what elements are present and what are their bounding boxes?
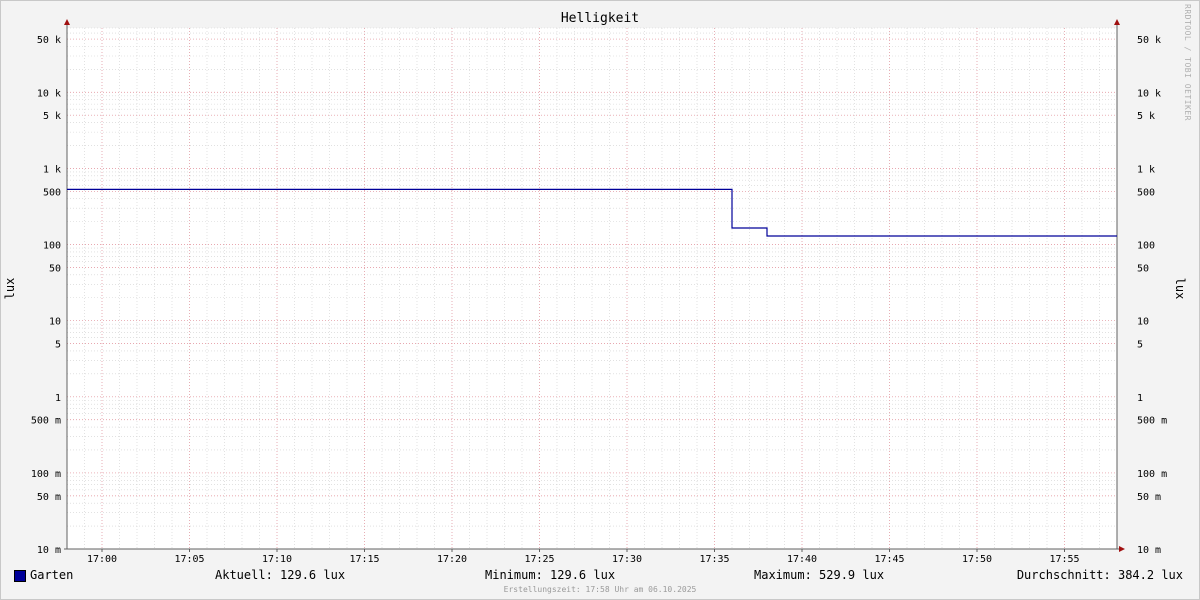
legend: Garten Aktuell: 129.6 lux Minimum: 129.6… — [0, 568, 1200, 584]
y-axis-arrow-right — [1114, 19, 1120, 25]
x-tick-label: 17:25 — [524, 554, 554, 565]
y-axis-arrow-left — [64, 19, 70, 25]
y-tick-label-right: 1 — [1137, 393, 1143, 404]
x-tick-label: 17:35 — [699, 554, 729, 565]
x-tick-label: 17:50 — [962, 554, 992, 565]
y-tick-label-left: 500 — [43, 187, 61, 198]
y-axis-label-right: lux — [1173, 278, 1187, 300]
y-tick-label-left: 500 m — [31, 416, 61, 427]
y-tick-label-right: 10 m — [1137, 545, 1161, 556]
y-tick-label-right: 5 k — [1137, 111, 1155, 122]
y-axis-label-left: lux — [3, 278, 17, 300]
y-tick-label-left: 50 k — [37, 35, 61, 46]
x-tick-label: 17:10 — [262, 554, 292, 565]
y-tick-label-left: 10 m — [37, 545, 61, 556]
y-tick-label-left: 50 m — [37, 492, 61, 503]
x-tick-label: 17:40 — [787, 554, 817, 565]
legend-maximum: Maximum: 529.9 lux — [754, 568, 885, 582]
y-tick-label-left: 5 — [55, 340, 61, 351]
y-tick-label-right: 50 k — [1137, 35, 1161, 46]
y-tick-label-right: 500 m — [1137, 416, 1167, 427]
y-tick-label-left: 10 — [49, 317, 61, 328]
y-tick-label-right: 100 m — [1137, 469, 1167, 480]
y-tick-label-right: 500 — [1137, 187, 1155, 198]
legend-series-name: Garten — [30, 568, 74, 582]
y-tick-label-left: 1 — [55, 393, 61, 404]
y-tick-label-right: 5 — [1137, 340, 1143, 351]
legend-average: Durchschnitt: 384.2 lux — [1016, 568, 1183, 582]
x-tick-label: 17:45 — [874, 554, 904, 565]
x-tick-label: 17:05 — [174, 554, 204, 565]
footer-timestamp: Erstellungszeit: 17:58 Uhr am 06.10.2025 — [503, 585, 697, 594]
y-tick-label-left: 1 k — [43, 164, 61, 175]
y-tick-label-left: 100 m — [31, 469, 61, 480]
y-tick-label-right: 10 k — [1137, 88, 1161, 99]
y-tick-label-right: 1 k — [1137, 164, 1155, 175]
y-tick-label-right: 10 — [1137, 317, 1149, 328]
y-tick-label-left: 50 — [49, 263, 61, 274]
y-tick-label-left: 10 k — [37, 88, 61, 99]
legend-current: Aktuell: 129.6 lux — [215, 568, 346, 582]
y-tick-label-right: 50 — [1137, 263, 1149, 274]
y-tick-label-right: 100 — [1137, 241, 1155, 252]
series-color-swatch — [14, 570, 26, 582]
y-tick-label-left: 5 k — [43, 111, 61, 122]
x-tick-label: 17:00 — [87, 554, 117, 565]
x-tick-label: 17:55 — [1049, 554, 1079, 565]
x-tick-label: 17:30 — [612, 554, 642, 565]
y-tick-label-right: 50 m — [1137, 492, 1161, 503]
x-tick-label: 17:15 — [349, 554, 379, 565]
y-tick-label-left: 100 — [43, 241, 61, 252]
legend-minimum: Minimum: 129.6 lux — [485, 568, 616, 582]
chart-canvas: 50 k 50 k 10 k 10 k 5 k 5 k 1 k 1 k 500 500 100 100… — [3, 19, 1187, 565]
x-axis-arrow — [1119, 546, 1125, 552]
x-tick-label: 17:20 — [437, 554, 467, 565]
